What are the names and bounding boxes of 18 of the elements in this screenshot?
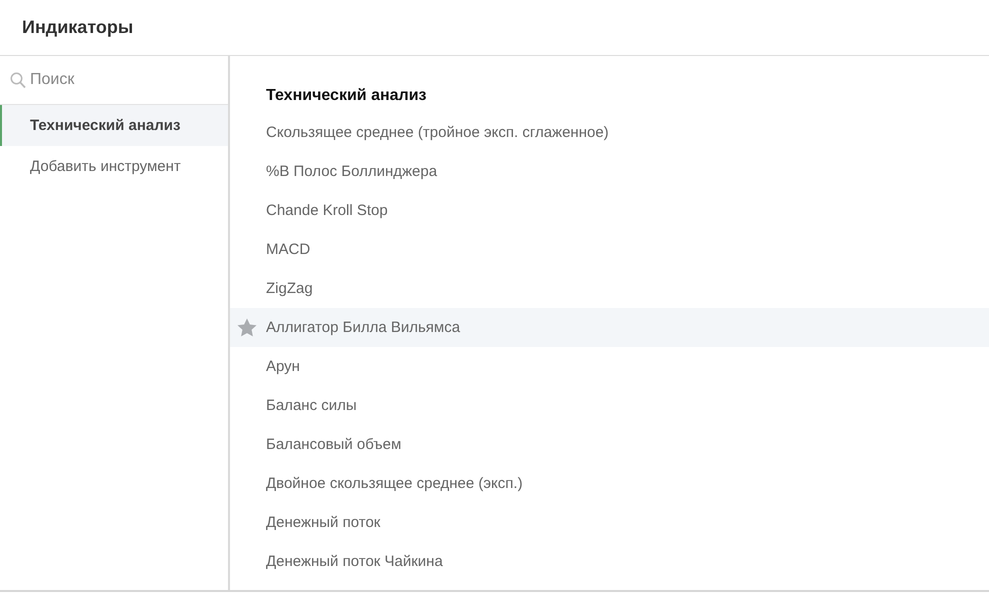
indicator-item[interactable]: ZigZag xyxy=(230,269,989,308)
indicator-item[interactable]: Денежный поток xyxy=(230,503,989,542)
window-title: Индикаторы xyxy=(22,17,134,38)
indicator-item[interactable]: Двойное скользящее среднее (эксп.) xyxy=(230,464,989,503)
sidebar-item[interactable]: Технический анализ xyxy=(0,105,228,146)
indicator-item[interactable]: Баланс силы xyxy=(230,386,989,425)
indicator-item[interactable]: %B Полос Боллинджера xyxy=(230,152,989,191)
star-icon[interactable] xyxy=(237,318,257,337)
indicator-item[interactable]: Арун xyxy=(230,347,989,386)
indicator-item[interactable]: MACD xyxy=(230,230,989,269)
indicator-item[interactable]: Аллигатор Билла Вильямса xyxy=(230,308,989,347)
indicator-item[interactable]: Скользящее среднее (тройное эксп. сглаженное) xyxy=(230,113,989,152)
indicator-item[interactable]: Chande Kroll Stop xyxy=(230,191,989,230)
search-icon xyxy=(10,72,26,88)
section-heading: Технический анализ xyxy=(265,86,428,106)
indicator-item[interactable]: Балансовый объем xyxy=(230,425,989,464)
sidebar-item[interactable]: Добавить инструмент xyxy=(0,146,228,187)
indicator-item[interactable]: Денежный поток Чайкина xyxy=(230,542,989,581)
